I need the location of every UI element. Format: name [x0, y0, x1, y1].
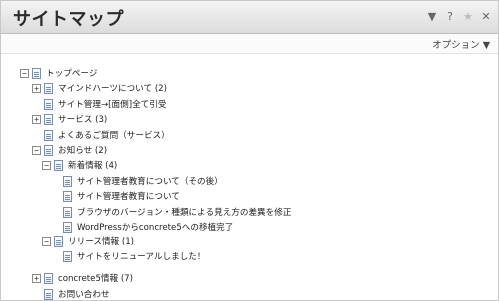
- sitemap-tree: − トップページ + マインドハーツについて (2) サイト管理→[面側]全て引…: [1, 1, 498, 301]
- tree-node-root[interactable]: − トップページ: [20, 66, 97, 80]
- node-label[interactable]: サービス (3): [58, 113, 107, 125]
- node-label[interactable]: トップページ: [46, 67, 97, 79]
- node-label[interactable]: concrete5情報 (7): [58, 272, 133, 284]
- tree-node-news-1[interactable]: サイト管理者教育について（その後）: [63, 174, 223, 188]
- expand-toggle-icon[interactable]: +: [32, 273, 41, 283]
- node-label[interactable]: リリース情報 (1): [68, 235, 134, 247]
- page-icon: [63, 250, 72, 262]
- page-icon: [44, 288, 53, 300]
- node-label[interactable]: サイト管理者教育について（その後）: [77, 175, 223, 187]
- sitemap-window: サイトマップ ▼ ? ★ ✕ オプション ▼ − トップページ + マインドハー…: [0, 0, 499, 301]
- page-icon: [63, 190, 72, 202]
- page-icon: [63, 175, 72, 187]
- page-icon: [54, 159, 63, 171]
- node-label[interactable]: マインドハーツについて (2): [58, 82, 167, 94]
- expand-toggle-icon[interactable]: +: [32, 83, 41, 93]
- tree-node-new-info[interactable]: − 新着情報 (4): [42, 158, 117, 172]
- node-label[interactable]: お問い合わせ: [58, 288, 110, 300]
- node-label[interactable]: WordPressからconcrete5への移植完了: [77, 221, 233, 233]
- page-icon: [44, 113, 53, 125]
- page-icon: [44, 129, 53, 141]
- tree-node-release[interactable]: − リリース情報 (1): [42, 234, 134, 248]
- node-label[interactable]: よくあるご質問（サービス）: [58, 129, 170, 141]
- page-icon: [63, 206, 72, 218]
- tree-node-concrete5[interactable]: + concrete5情報 (7): [32, 271, 133, 285]
- page-icon: [44, 272, 53, 284]
- collapse-toggle-icon[interactable]: −: [32, 145, 41, 155]
- node-label[interactable]: サイトをリニューアルしました！: [77, 250, 205, 262]
- tree-node-news[interactable]: − お知らせ (2): [32, 143, 107, 157]
- collapse-toggle-icon[interactable]: −: [42, 160, 51, 170]
- tree-node-faq[interactable]: よくあるご質問（サービス）: [44, 128, 170, 142]
- page-icon: [44, 98, 53, 110]
- page-icon: [32, 67, 41, 79]
- page-icon: [63, 221, 72, 233]
- node-label[interactable]: お知らせ (2): [58, 144, 107, 156]
- tree-node-admin[interactable]: サイト管理→[面側]全て引受: [44, 97, 166, 111]
- tree-node-release-1[interactable]: サイトをリニューアルしました！: [63, 249, 205, 263]
- node-label[interactable]: ブラウザのバージョン・種類による見え方の差異を修正: [77, 206, 291, 218]
- node-label[interactable]: 新着情報 (4): [68, 159, 117, 171]
- tree-node-news-3[interactable]: ブラウザのバージョン・種類による見え方の差異を修正: [63, 205, 291, 219]
- node-label[interactable]: サイト管理→[面側]全て引受: [58, 98, 166, 110]
- tree-node-news-4[interactable]: WordPressからconcrete5への移植完了: [63, 220, 233, 234]
- tree-node-contact[interactable]: お問い合わせ: [44, 287, 110, 301]
- tree-node-news-2[interactable]: サイト管理者教育について: [63, 189, 180, 203]
- collapse-toggle-icon[interactable]: −: [20, 68, 29, 78]
- expand-toggle-icon[interactable]: +: [32, 114, 41, 124]
- page-icon: [44, 82, 53, 94]
- node-label[interactable]: サイト管理者教育について: [77, 190, 180, 202]
- tree-node-mind[interactable]: + マインドハーツについて (2): [32, 81, 167, 95]
- page-icon: [44, 144, 53, 156]
- collapse-toggle-icon[interactable]: −: [42, 236, 51, 246]
- tree-node-service[interactable]: + サービス (3): [32, 112, 107, 126]
- page-icon: [54, 235, 63, 247]
